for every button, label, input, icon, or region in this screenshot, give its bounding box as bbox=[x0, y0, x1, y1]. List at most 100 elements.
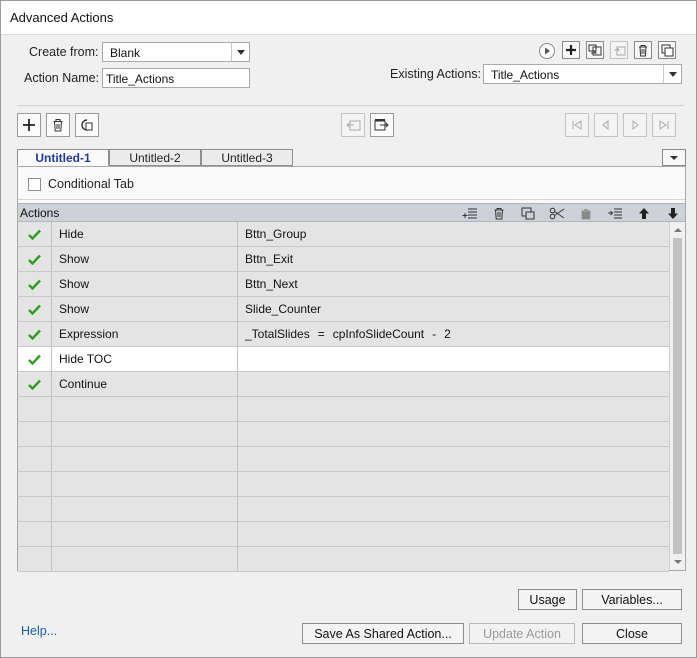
action-cell[interactable]: Hide TOC bbox=[52, 347, 238, 371]
add-decision-button[interactable] bbox=[17, 113, 41, 137]
save-as-shared-action-button[interactable]: Save As Shared Action... bbox=[302, 623, 464, 644]
table-row[interactable] bbox=[18, 397, 669, 422]
usage-button[interactable]: Usage bbox=[518, 589, 577, 610]
target-cell[interactable] bbox=[238, 447, 669, 471]
duplicate-decision-button[interactable] bbox=[75, 113, 99, 137]
target-cell[interactable]: Bttn_Group bbox=[238, 222, 669, 246]
help-link[interactable]: Help... bbox=[21, 624, 57, 638]
action-cell[interactable] bbox=[52, 397, 238, 421]
scrollbar-thumb[interactable] bbox=[673, 238, 682, 554]
target-cell[interactable] bbox=[238, 397, 669, 421]
target-cell[interactable]: Bttn_Exit bbox=[238, 247, 669, 271]
tab-untitled-2[interactable]: Untitled-2 bbox=[109, 149, 201, 166]
row-check-cell[interactable] bbox=[18, 372, 52, 396]
row-check-cell[interactable] bbox=[18, 272, 52, 296]
action-cell[interactable]: Show bbox=[52, 297, 238, 321]
cut-icon[interactable] bbox=[548, 205, 566, 221]
action-cell[interactable]: Hide bbox=[52, 222, 238, 246]
import-action-button[interactable] bbox=[586, 41, 604, 59]
table-row[interactable]: Hide TOC bbox=[18, 347, 669, 372]
row-check-cell[interactable] bbox=[18, 547, 52, 571]
row-check-cell[interactable] bbox=[18, 222, 52, 246]
duplicate-icon bbox=[81, 119, 93, 131]
table-row[interactable]: Show Bttn_Exit bbox=[18, 247, 669, 272]
table-row[interactable] bbox=[18, 497, 669, 522]
target-cell[interactable] bbox=[238, 372, 669, 396]
tabs-overflow-dropdown[interactable] bbox=[662, 149, 686, 166]
tab-untitled-3[interactable]: Untitled-3 bbox=[201, 149, 293, 166]
create-from-value: Blank bbox=[110, 46, 141, 60]
last-decision-button[interactable] bbox=[652, 113, 676, 137]
table-row[interactable] bbox=[18, 472, 669, 497]
target-cell[interactable] bbox=[238, 522, 669, 546]
table-row[interactable] bbox=[18, 522, 669, 547]
action-cell[interactable]: Continue bbox=[52, 372, 238, 396]
row-check-cell[interactable] bbox=[18, 522, 52, 546]
export-action-button[interactable] bbox=[610, 41, 628, 59]
action-cell[interactable] bbox=[52, 447, 238, 471]
next-decision-button[interactable] bbox=[623, 113, 647, 137]
action-cell[interactable] bbox=[52, 497, 238, 521]
target-cell[interactable] bbox=[238, 497, 669, 521]
target-cell[interactable] bbox=[238, 472, 669, 496]
action-cell[interactable] bbox=[52, 472, 238, 496]
copy-icon[interactable] bbox=[519, 205, 537, 221]
remove-decision-button[interactable] bbox=[46, 113, 70, 137]
action-cell[interactable] bbox=[52, 422, 238, 446]
preview-play-button[interactable] bbox=[539, 43, 555, 59]
action-cell[interactable]: Show bbox=[52, 272, 238, 296]
target-cell[interactable] bbox=[238, 422, 669, 446]
table-row[interactable]: Expression _TotalSlides = cpInfoSlideCount -… bbox=[18, 322, 669, 347]
delete-action-button[interactable] bbox=[634, 41, 652, 59]
action-cell[interactable]: Show bbox=[52, 247, 238, 271]
target-cell[interactable]: Slide_Counter bbox=[238, 297, 669, 321]
grid-scrollbar[interactable] bbox=[669, 222, 685, 570]
conditional-tab-checkbox[interactable] bbox=[28, 178, 41, 191]
new-action-button[interactable] bbox=[562, 41, 580, 59]
create-from-dropdown[interactable]: Blank bbox=[102, 42, 250, 62]
move-decision-right-button[interactable] bbox=[370, 113, 394, 137]
insert-row-icon[interactable] bbox=[461, 205, 479, 221]
row-check-cell[interactable] bbox=[18, 347, 52, 371]
variables-button[interactable]: Variables... bbox=[582, 589, 682, 610]
row-check-cell[interactable] bbox=[18, 472, 52, 496]
action-name-input[interactable]: Title_Actions bbox=[102, 68, 250, 88]
action-cell[interactable]: Expression bbox=[52, 322, 238, 346]
tab-untitled-1[interactable]: Untitled-1 bbox=[17, 149, 109, 166]
close-button[interactable]: Close bbox=[582, 623, 682, 644]
move-decision-left-button[interactable] bbox=[341, 113, 365, 137]
row-check-cell[interactable] bbox=[18, 397, 52, 421]
row-check-cell[interactable] bbox=[18, 422, 52, 446]
table-row[interactable] bbox=[18, 422, 669, 447]
target-cell[interactable] bbox=[238, 347, 669, 371]
target-cell[interactable] bbox=[238, 547, 669, 571]
table-row[interactable]: Show Slide_Counter bbox=[18, 297, 669, 322]
action-cell[interactable] bbox=[52, 547, 238, 571]
target-cell[interactable]: Bttn_Next bbox=[238, 272, 669, 296]
existing-actions-dropdown[interactable]: Title_Actions bbox=[483, 64, 682, 84]
target-cell[interactable]: _TotalSlides = cpInfoSlideCount -2 bbox=[238, 322, 669, 346]
action-cell[interactable] bbox=[52, 522, 238, 546]
title-bar: Advanced Actions bbox=[1, 1, 696, 35]
previous-decision-button[interactable] bbox=[594, 113, 618, 137]
checkmark-icon bbox=[28, 379, 41, 390]
row-check-cell[interactable] bbox=[18, 247, 52, 271]
table-row[interactable]: Hide Bttn_Group bbox=[18, 222, 669, 247]
row-check-cell[interactable] bbox=[18, 447, 52, 471]
table-row[interactable] bbox=[18, 547, 669, 572]
row-check-cell[interactable] bbox=[18, 322, 52, 346]
row-check-cell[interactable] bbox=[18, 497, 52, 521]
table-row[interactable] bbox=[18, 447, 669, 472]
table-row[interactable]: Continue bbox=[18, 372, 669, 397]
arrow-down-icon[interactable] bbox=[664, 205, 682, 221]
indent-icon[interactable] bbox=[606, 205, 624, 221]
trash-icon[interactable] bbox=[490, 205, 508, 221]
update-action-button[interactable]: Update Action bbox=[469, 623, 575, 644]
first-decision-button[interactable] bbox=[565, 113, 589, 137]
row-check-cell[interactable] bbox=[18, 297, 52, 321]
arrow-up-icon[interactable] bbox=[635, 205, 653, 221]
table-row[interactable]: Show Bttn_Next bbox=[18, 272, 669, 297]
paste-icon[interactable] bbox=[577, 205, 595, 221]
duplicate-action-button[interactable] bbox=[658, 41, 676, 59]
chevron-down-icon bbox=[663, 65, 681, 83]
